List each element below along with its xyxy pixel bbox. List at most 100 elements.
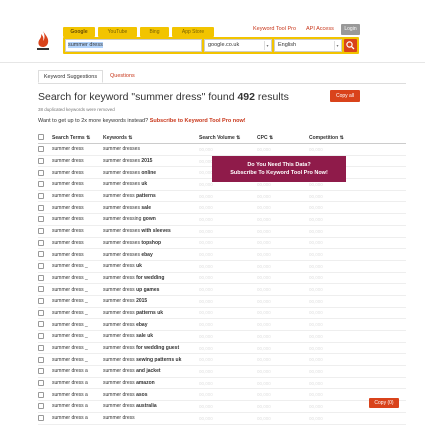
table-row[interactable]: summer dress a summer dress australia 00,0… [38, 400, 406, 413]
table-row[interactable]: summer dress summer dress patterns 00,000 0… [38, 190, 406, 203]
search-input[interactable]: summer dress [65, 39, 202, 52]
tab-google[interactable]: Google [63, 27, 95, 37]
promo-line-1: Do You Need This Data? [247, 162, 311, 168]
row-checkbox[interactable] [38, 157, 44, 164]
table-row[interactable]: summer dress summer dresses with sleeves 0… [38, 225, 406, 238]
api-access-link[interactable]: API Access [306, 26, 334, 32]
row-checkbox[interactable] [38, 169, 44, 176]
table-row[interactable]: summer dress _ summer dress patterns uk 00… [38, 307, 406, 320]
keyword-cell: summer dress for wedding [103, 272, 199, 285]
keyword-tool-pro-link[interactable]: Keyword Tool Pro [253, 26, 296, 32]
header-competition[interactable]: Competition ⇅ [309, 132, 406, 144]
cpc-cell: 00,000 [257, 237, 309, 250]
search-term-cell: summer dress a [52, 400, 103, 413]
cpc-cell: 00,000 [257, 388, 309, 402]
login-button[interactable]: Login [341, 24, 360, 35]
search-term-cell: summer dress [52, 178, 103, 191]
header-search-volume[interactable]: Search Volume ⇅ [199, 132, 257, 144]
table-row[interactable]: summer dress _ summer dress ebay 00,000 00,… [38, 318, 406, 331]
search-term-cell: summer dress a [52, 412, 103, 425]
search-button[interactable] [344, 39, 357, 52]
row-checkbox[interactable] [38, 146, 44, 153]
table-row[interactable]: summer dress summer dresses sale 00,000 00,… [38, 201, 406, 215]
keyword-cell: summer dress sewing patterns uk [103, 353, 199, 367]
tab-bing[interactable]: Bing [140, 27, 169, 37]
row-checkbox[interactable] [38, 204, 44, 211]
header-cpc[interactable]: CPC ⇅ [257, 132, 309, 144]
row-checkbox[interactable] [38, 192, 44, 199]
row-checkbox[interactable] [38, 286, 44, 293]
row-checkbox[interactable] [38, 216, 44, 223]
table-row[interactable]: summer dress summer dresses ebay 00,000 00,… [38, 248, 406, 261]
row-checkbox[interactable] [38, 391, 44, 398]
select-all-checkbox[interactable] [38, 134, 44, 141]
table-row[interactable]: summer dress summer dresses 00,000 00,000 0… [38, 143, 406, 156]
search-volume-cell: 00,000 [199, 377, 257, 390]
row-checkbox[interactable] [38, 368, 44, 375]
results-count: 492 [237, 91, 255, 103]
header-keywords[interactable]: Keywords ⇅ [103, 132, 199, 144]
tab-questions[interactable]: Questions [110, 70, 135, 83]
search-volume-cell: 00,000 [199, 318, 257, 331]
row-checkbox[interactable] [38, 379, 44, 386]
competition-cell: 00,000 [309, 272, 406, 285]
language-select[interactable]: English ▾ [274, 39, 342, 52]
table-row[interactable]: summer dress _ summer dress uk 00,000 00,00… [38, 260, 406, 273]
table-row[interactable]: summer dress _ summer dress for wedding g… [38, 342, 406, 355]
search-term-cell: summer dress [52, 225, 103, 238]
row-checkbox[interactable] [38, 274, 44, 281]
row-checkbox[interactable] [38, 356, 44, 363]
row-checkbox[interactable] [38, 321, 44, 328]
row-checkbox[interactable] [38, 403, 44, 410]
tab-youtube[interactable]: YouTube [98, 27, 137, 37]
table-row[interactable]: summer dress _ summer dress sale uk 00,000… [38, 330, 406, 343]
table-row[interactable]: summer dress a summer dress 00,000 00,000 0… [38, 412, 406, 425]
search-volume-cell: 00,000 [199, 225, 257, 238]
search-volume-cell: 00,000 [199, 143, 257, 156]
row-checkbox[interactable] [38, 414, 44, 421]
header-search-terms[interactable]: Search Terms ⇅ [52, 132, 103, 144]
table-row[interactable]: summer dress summer dressing gown 00,000 00… [38, 213, 406, 226]
table-row[interactable]: summer dress _ summer dress up games 00,00… [38, 283, 406, 296]
search-term-cell: summer dress [52, 213, 103, 226]
divider [38, 83, 406, 84]
sort-icon: ⇅ [268, 134, 274, 141]
row-checkbox[interactable] [38, 181, 44, 188]
row-checkbox[interactable] [38, 309, 44, 316]
search-term-cell: summer dress [52, 190, 103, 203]
search-volume-cell: 00,000 [199, 307, 257, 320]
row-checkbox[interactable] [38, 263, 44, 270]
copy-selected-button[interactable]: Copy (0) [369, 398, 399, 408]
cpc-cell: 00,000 [257, 400, 309, 413]
table-row[interactable]: summer dress a summer dress and jacket 00,… [38, 365, 406, 378]
table-row[interactable]: summer dress _ summer dress sewing patter… [38, 353, 406, 367]
table-row[interactable]: summer dress summer dresses topshop 00,000… [38, 237, 406, 250]
subscribe-overlay[interactable]: Do You Need This Data? Subscribe To Keyw… [212, 156, 346, 182]
table-row[interactable]: summer dress a summer dress asos 00,000 00,… [38, 388, 406, 402]
table-row[interactable]: summer dress a summer dress amazon 00,000 0… [38, 377, 406, 390]
domain-select[interactable]: google.co.uk ▾ [204, 39, 272, 52]
search-volume-cell: 00,000 [199, 295, 257, 308]
keyword-cell: summer dress patterns [103, 190, 199, 203]
row-checkbox[interactable] [38, 251, 44, 258]
table-row[interactable]: summer dress _ summer dress 2015 00,000 00,… [38, 295, 406, 308]
cpc-cell: 00,000 [257, 307, 309, 320]
row-checkbox[interactable] [38, 333, 44, 340]
copy-all-button[interactable]: Copy all [330, 90, 360, 102]
row-checkbox[interactable] [38, 298, 44, 305]
cpc-cell: 00,000 [257, 412, 309, 425]
search-icon [346, 41, 355, 50]
tab-app-store[interactable]: App Store [172, 27, 214, 37]
row-checkbox[interactable] [38, 239, 44, 246]
table-row[interactable]: summer dress _ summer dress for wedding 00… [38, 272, 406, 285]
competition-cell: 00,000 [309, 213, 406, 226]
row-checkbox[interactable] [38, 344, 44, 351]
row-checkbox[interactable] [38, 227, 44, 234]
keyword-cell: summer dress amazon [103, 377, 199, 390]
tab-keyword-suggestions[interactable]: Keyword Suggestions [38, 70, 103, 83]
cpc-cell: 00,000 [257, 342, 309, 355]
search-volume-cell: 00,000 [199, 400, 257, 413]
subscribe-link[interactable]: Subscribe to Keyword Tool Pro now! [150, 118, 246, 124]
search-term-cell: summer dress [52, 248, 103, 261]
keyword-cell: summer dresses 2015 [103, 155, 199, 168]
